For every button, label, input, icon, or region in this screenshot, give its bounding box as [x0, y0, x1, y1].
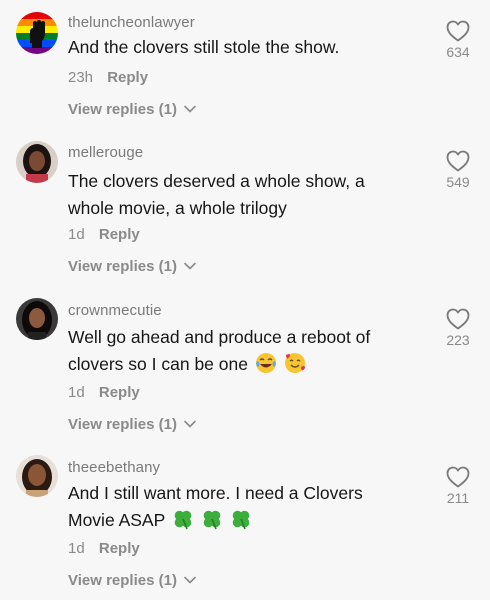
comment-text: And the clovers still stole the show.: [68, 37, 340, 57]
avatar[interactable]: [16, 141, 58, 183]
view-replies-label: View replies (1): [68, 416, 177, 433]
comment-username[interactable]: theeebethany: [68, 459, 160, 476]
like-count: 223: [446, 332, 470, 348]
comment-item: mellerouge The clovers deserved a whole …: [0, 130, 490, 288]
chevron-down-icon: [184, 420, 196, 428]
comment-text-body: Well go ahead and produce a reboot of cl…: [68, 327, 371, 374]
like-count: 549: [446, 174, 470, 190]
heart-icon[interactable]: [446, 466, 470, 488]
comment-item: crownmecutie Well go ahead and produce a…: [0, 288, 490, 446]
user-photo-avatar-icon: [16, 141, 58, 183]
avatar[interactable]: [16, 12, 58, 54]
comment-text: And I still want more. I need a Clovers …: [68, 480, 403, 534]
heart-icon[interactable]: [446, 20, 470, 42]
comment-meta: 1d Reply: [68, 226, 140, 243]
view-replies-button[interactable]: View replies (1): [68, 258, 196, 275]
reply-button[interactable]: Reply: [107, 69, 148, 86]
four-leaf-clover-icon: [203, 511, 221, 530]
chevron-down-icon: [184, 262, 196, 270]
comment-username[interactable]: theluncheonlawyer: [68, 14, 195, 31]
view-replies-button[interactable]: View replies (1): [68, 101, 196, 118]
comment-item: theeebethany And I still want more. I ne…: [0, 446, 490, 600]
comment-timestamp: 1d: [68, 384, 85, 401]
comment-item: theluncheonlawyer And the clovers still …: [0, 0, 490, 130]
comment-text: Well go ahead and produce a reboot of cl…: [68, 324, 413, 378]
comment-list: theluncheonlawyer And the clovers still …: [0, 0, 490, 600]
comment-username[interactable]: mellerouge: [68, 144, 143, 161]
like-count: 634: [446, 44, 470, 60]
comment-meta: 1d Reply: [68, 540, 140, 557]
comment-timestamp: 23h: [68, 69, 94, 86]
view-replies-label: View replies (1): [68, 101, 177, 118]
face-with-tears-of-joy-icon: [255, 353, 276, 374]
avatar[interactable]: [16, 455, 58, 497]
smiling-face-with-hearts-icon: [284, 353, 305, 374]
comment-username[interactable]: crownmecutie: [68, 302, 162, 319]
user-photo-avatar-icon: [16, 298, 58, 340]
view-replies-button[interactable]: View replies (1): [68, 572, 196, 589]
reply-button[interactable]: Reply: [99, 384, 140, 401]
like-control: 223: [432, 308, 484, 348]
comment-meta: 23h Reply: [68, 69, 148, 86]
chevron-down-icon: [184, 576, 196, 584]
pride-fist-avatar-icon: [16, 12, 58, 54]
four-leaf-clover-icon: [174, 511, 192, 530]
view-replies-button[interactable]: View replies (1): [68, 416, 196, 433]
comment-timestamp: 1d: [68, 540, 85, 557]
user-photo-avatar-icon: [16, 455, 58, 497]
avatar[interactable]: [16, 298, 58, 340]
view-replies-label: View replies (1): [68, 258, 177, 275]
like-control: 211: [432, 466, 484, 506]
comment-timestamp: 1d: [68, 226, 85, 243]
like-count: 211: [446, 490, 470, 506]
reply-button[interactable]: Reply: [99, 540, 140, 557]
comment-text: The clovers deserved a whole show, a who…: [68, 171, 365, 218]
heart-icon[interactable]: [446, 308, 470, 330]
reply-button[interactable]: Reply: [99, 226, 140, 243]
chevron-down-icon: [184, 105, 196, 113]
view-replies-label: View replies (1): [68, 572, 177, 589]
heart-icon[interactable]: [446, 150, 470, 172]
like-control: 549: [432, 150, 484, 190]
four-leaf-clover-icon: [232, 511, 249, 530]
comment-meta: 1d Reply: [68, 384, 140, 401]
like-control: 634: [432, 20, 484, 60]
